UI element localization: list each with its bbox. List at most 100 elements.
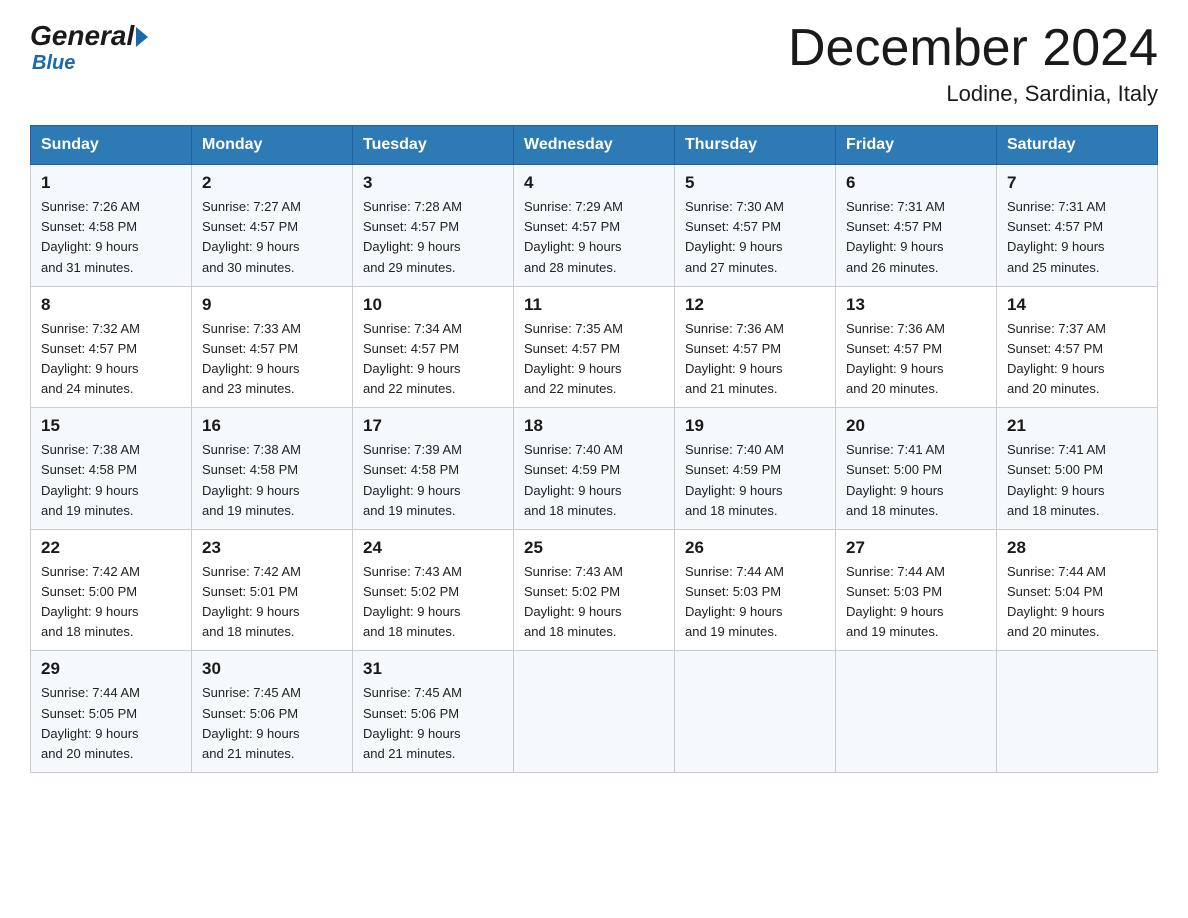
calendar-cell: 21 Sunrise: 7:41 AMSunset: 5:00 PMDayligh… (997, 408, 1158, 530)
day-header-thursday: Thursday (675, 126, 836, 165)
day-info: Sunrise: 7:31 AMSunset: 4:57 PMDaylight:… (1007, 197, 1147, 278)
day-info: Sunrise: 7:35 AMSunset: 4:57 PMDaylight:… (524, 319, 664, 400)
calendar-cell: 27 Sunrise: 7:44 AMSunset: 5:03 PMDayligh… (836, 529, 997, 651)
day-info: Sunrise: 7:43 AMSunset: 5:02 PMDaylight:… (524, 562, 664, 643)
day-number: 13 (846, 295, 986, 315)
calendar-cell: 7 Sunrise: 7:31 AMSunset: 4:57 PMDaylight… (997, 165, 1158, 287)
calendar-cell: 13 Sunrise: 7:36 AMSunset: 4:57 PMDayligh… (836, 286, 997, 408)
day-number: 15 (41, 416, 181, 436)
day-number: 24 (363, 538, 503, 558)
calendar-cell: 12Sunrise: 7:36 AMSunset: 4:57 PMDayligh… (675, 286, 836, 408)
day-info: Sunrise: 7:41 AMSunset: 5:00 PMDaylight:… (846, 440, 986, 521)
day-number: 5 (685, 173, 825, 193)
calendar-cell: 15Sunrise: 7:38 AMSunset: 4:58 PMDayligh… (31, 408, 192, 530)
calendar-week-row: 15 Sunrise: 7:38 AMSunset: 4:58 PMDayligh… (31, 408, 1158, 530)
day-header-tuesday: Tuesday (353, 126, 514, 165)
day-info: Sunrise: 7:29 AMSunset: 4:57 PMDaylight:… (524, 197, 664, 278)
day-info: Sunrise: 7:39 AMSunset: 4:58 PMDaylight:… (363, 440, 503, 521)
day-info: Sunrise: 7:38 AMSunset: 4:58 PMDaylight:… (202, 440, 342, 521)
logo-general: General (30, 20, 134, 52)
day-number: 22 (41, 538, 181, 558)
day-info: Sunrise: 7:44 AMSunset: 5:04 PMDaylight:… (1007, 562, 1147, 643)
calendar-cell: 29 Sunrise: 7:44 AMSunset: 5:05 PMDayligh… (31, 651, 192, 773)
day-info: Sunrise: 7:37 AMSunset: 4:57 PMDaylight:… (1007, 319, 1147, 400)
day-info: Sunrise: 7:33 AMSunset: 4:57 PMDaylight:… (202, 319, 342, 400)
calendar-cell: 6 Sunrise: 7:31 AMSunset: 4:57 PMDaylight… (836, 165, 997, 287)
day-number: 11 (524, 295, 664, 315)
day-info: Sunrise: 7:40 AMSunset: 4:59 PMDaylight:… (685, 440, 825, 521)
calendar-cell: 19Sunrise: 7:40 AMSunset: 4:59 PMDayligh… (675, 408, 836, 530)
calendar-cell: 10 Sunrise: 7:34 AMSunset: 4:57 PMDayligh… (353, 286, 514, 408)
days-header-row: SundayMondayTuesdayWednesdayThursdayFrid… (31, 126, 1158, 165)
day-info: Sunrise: 7:32 AMSunset: 4:57 PMDaylight:… (41, 319, 181, 400)
day-info: Sunrise: 7:26 AMSunset: 4:58 PMDaylight:… (41, 197, 181, 278)
day-info: Sunrise: 7:44 AMSunset: 5:03 PMDaylight:… (685, 562, 825, 643)
calendar-cell (675, 651, 836, 773)
day-number: 1 (41, 173, 181, 193)
calendar-cell: 25Sunrise: 7:43 AMSunset: 5:02 PMDayligh… (514, 529, 675, 651)
day-number: 31 (363, 659, 503, 679)
calendar-week-row: 1 Sunrise: 7:26 AMSunset: 4:58 PMDaylight… (31, 165, 1158, 287)
day-info: Sunrise: 7:28 AMSunset: 4:57 PMDaylight:… (363, 197, 503, 278)
day-number: 17 (363, 416, 503, 436)
day-number: 18 (524, 416, 664, 436)
day-number: 8 (41, 295, 181, 315)
calendar-cell (997, 651, 1158, 773)
calendar-cell (514, 651, 675, 773)
day-info: Sunrise: 7:44 AMSunset: 5:03 PMDaylight:… (846, 562, 986, 643)
calendar-cell (836, 651, 997, 773)
day-info: Sunrise: 7:45 AMSunset: 5:06 PMDaylight:… (363, 683, 503, 764)
day-header-friday: Friday (836, 126, 997, 165)
day-info: Sunrise: 7:34 AMSunset: 4:57 PMDaylight:… (363, 319, 503, 400)
logo-area: General Blue (30, 20, 148, 75)
day-info: Sunrise: 7:36 AMSunset: 4:57 PMDaylight:… (846, 319, 986, 400)
calendar-cell: 1 Sunrise: 7:26 AMSunset: 4:58 PMDaylight… (31, 165, 192, 287)
calendar-cell: 9 Sunrise: 7:33 AMSunset: 4:57 PMDaylight… (192, 286, 353, 408)
day-info: Sunrise: 7:45 AMSunset: 5:06 PMDaylight:… (202, 683, 342, 764)
day-info: Sunrise: 7:36 AMSunset: 4:57 PMDaylight:… (685, 319, 825, 400)
calendar-cell: 31 Sunrise: 7:45 AMSunset: 5:06 PMDayligh… (353, 651, 514, 773)
title-area: December 2024 Lodine, Sardinia, Italy (788, 20, 1158, 107)
calendar-cell: 3 Sunrise: 7:28 AMSunset: 4:57 PMDaylight… (353, 165, 514, 287)
day-number: 30 (202, 659, 342, 679)
calendar-cell: 18Sunrise: 7:40 AMSunset: 4:59 PMDayligh… (514, 408, 675, 530)
calendar-week-row: 8 Sunrise: 7:32 AMSunset: 4:57 PMDaylight… (31, 286, 1158, 408)
day-number: 21 (1007, 416, 1147, 436)
day-info: Sunrise: 7:44 AMSunset: 5:05 PMDaylight:… (41, 683, 181, 764)
day-header-wednesday: Wednesday (514, 126, 675, 165)
day-header-monday: Monday (192, 126, 353, 165)
day-number: 4 (524, 173, 664, 193)
day-info: Sunrise: 7:41 AMSunset: 5:00 PMDaylight:… (1007, 440, 1147, 521)
calendar-cell: 30 Sunrise: 7:45 AMSunset: 5:06 PMDayligh… (192, 651, 353, 773)
calendar-cell: 22 Sunrise: 7:42 AMSunset: 5:00 PMDayligh… (31, 529, 192, 651)
day-number: 7 (1007, 173, 1147, 193)
day-number: 27 (846, 538, 986, 558)
calendar-cell: 23 Sunrise: 7:42 AMSunset: 5:01 PMDayligh… (192, 529, 353, 651)
day-info: Sunrise: 7:42 AMSunset: 5:00 PMDaylight:… (41, 562, 181, 643)
calendar-cell: 24Sunrise: 7:43 AMSunset: 5:02 PMDayligh… (353, 529, 514, 651)
day-number: 16 (202, 416, 342, 436)
calendar-cell: 28 Sunrise: 7:44 AMSunset: 5:04 PMDayligh… (997, 529, 1158, 651)
day-info: Sunrise: 7:27 AMSunset: 4:57 PMDaylight:… (202, 197, 342, 278)
month-title: December 2024 (788, 20, 1158, 77)
day-info: Sunrise: 7:42 AMSunset: 5:01 PMDaylight:… (202, 562, 342, 643)
day-number: 10 (363, 295, 503, 315)
day-info: Sunrise: 7:31 AMSunset: 4:57 PMDaylight:… (846, 197, 986, 278)
day-number: 20 (846, 416, 986, 436)
logo-arrow-icon (136, 27, 148, 47)
day-header-saturday: Saturday (997, 126, 1158, 165)
day-number: 28 (1007, 538, 1147, 558)
day-number: 29 (41, 659, 181, 679)
calendar-cell: 17 Sunrise: 7:39 AMSunset: 4:58 PMDayligh… (353, 408, 514, 530)
day-number: 26 (685, 538, 825, 558)
day-number: 9 (202, 295, 342, 315)
day-number: 14 (1007, 295, 1147, 315)
calendar-cell: 20 Sunrise: 7:41 AMSunset: 5:00 PMDayligh… (836, 408, 997, 530)
calendar-cell: 8 Sunrise: 7:32 AMSunset: 4:57 PMDaylight… (31, 286, 192, 408)
calendar-week-row: 22 Sunrise: 7:42 AMSunset: 5:00 PMDayligh… (31, 529, 1158, 651)
calendar-table: SundayMondayTuesdayWednesdayThursdayFrid… (30, 125, 1158, 773)
day-number: 6 (846, 173, 986, 193)
calendar-cell: 4 Sunrise: 7:29 AMSunset: 4:57 PMDaylight… (514, 165, 675, 287)
day-number: 3 (363, 173, 503, 193)
day-number: 23 (202, 538, 342, 558)
